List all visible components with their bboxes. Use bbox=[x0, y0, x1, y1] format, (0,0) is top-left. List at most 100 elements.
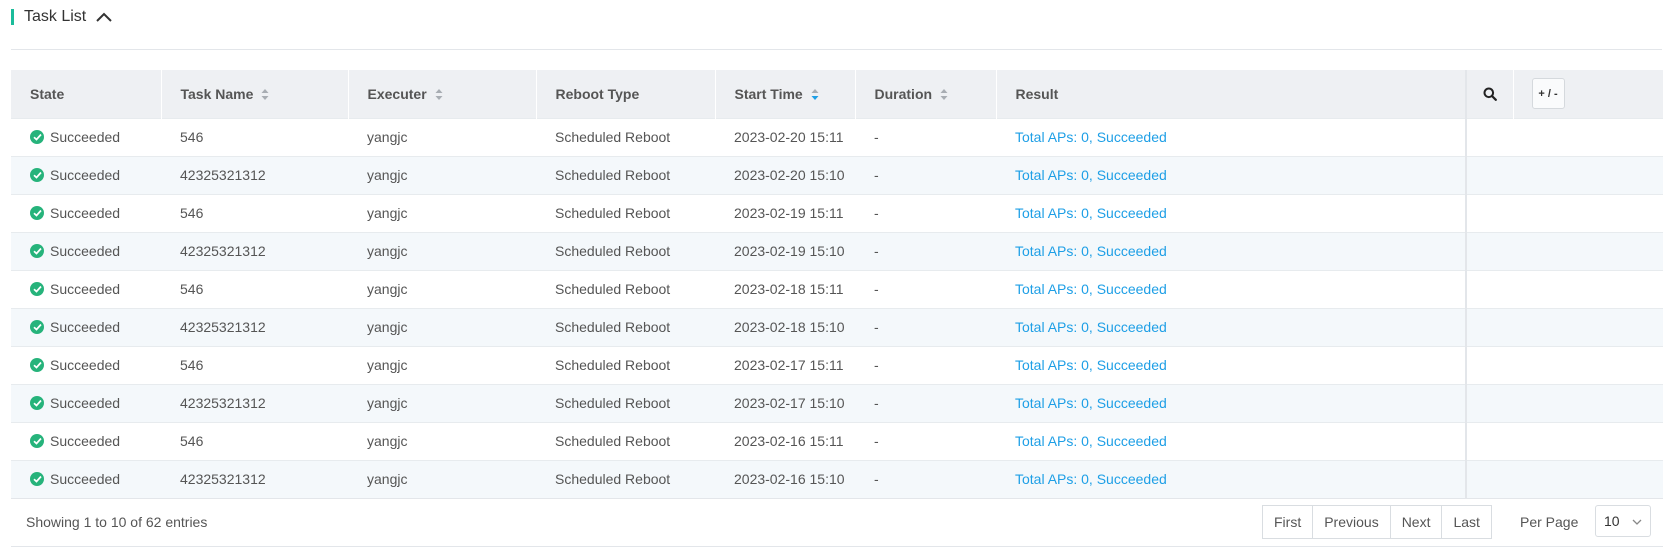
sort-desc-icon[interactable] bbox=[811, 88, 819, 101]
empty-cell bbox=[1513, 307, 1663, 346]
result-link[interactable]: Total APs: 0, Succeeded bbox=[1015, 167, 1167, 183]
first-page-button[interactable]: First bbox=[1263, 506, 1314, 538]
reboot-type-cell: Scheduled Reboot bbox=[536, 459, 715, 498]
empty-cell bbox=[1513, 231, 1663, 270]
column-header-duration[interactable]: Duration bbox=[855, 70, 997, 118]
state-cell: Succeeded bbox=[11, 383, 161, 422]
task-name-cell: 42325321312 bbox=[161, 231, 348, 270]
per-page-value: 10 bbox=[1604, 513, 1620, 529]
task-name-cell: 546 bbox=[161, 193, 348, 232]
result-link[interactable]: Total APs: 0, Succeeded bbox=[1015, 281, 1167, 297]
empty-cell bbox=[1465, 421, 1513, 460]
section-divider bbox=[11, 49, 1662, 50]
result-link[interactable]: Total APs: 0, Succeeded bbox=[1015, 471, 1167, 487]
sort-icon[interactable] bbox=[261, 88, 269, 101]
column-header-start-time[interactable]: Start Time bbox=[715, 70, 856, 118]
empty-cell bbox=[1513, 193, 1663, 232]
start-time-cell: 2023-02-20 15:10 bbox=[715, 155, 855, 194]
reboot-type-cell: Scheduled Reboot bbox=[536, 231, 715, 270]
section-title: Task List bbox=[24, 8, 87, 25]
state-badge: Succeeded bbox=[30, 433, 161, 449]
empty-cell bbox=[1513, 459, 1663, 498]
duration-cell: - bbox=[855, 383, 996, 422]
result-cell: Total APs: 0, Succeeded bbox=[996, 345, 1466, 384]
state-cell: Succeeded bbox=[11, 231, 161, 270]
empty-cell bbox=[1513, 269, 1663, 308]
check-circle-icon bbox=[30, 434, 44, 448]
state-cell: Succeeded bbox=[11, 421, 161, 460]
search-column-header bbox=[1465, 70, 1514, 118]
previous-page-button[interactable]: Previous bbox=[1313, 506, 1391, 538]
column-header-task-name[interactable]: Task Name bbox=[161, 70, 349, 118]
state-badge: Succeeded bbox=[30, 357, 161, 373]
start-time-cell: 2023-02-19 15:11 bbox=[715, 193, 855, 232]
empty-cell bbox=[1513, 421, 1663, 460]
duration-cell: - bbox=[855, 117, 996, 156]
state-cell: Succeeded bbox=[11, 117, 161, 156]
executer-cell: yangjc bbox=[348, 307, 536, 346]
state-badge: Succeeded bbox=[30, 243, 161, 259]
state-text: Succeeded bbox=[50, 357, 121, 373]
reboot-type-cell: Scheduled Reboot bbox=[536, 269, 715, 308]
column-label: Result bbox=[1015, 85, 1059, 102]
result-link[interactable]: Total APs: 0, Succeeded bbox=[1015, 243, 1167, 259]
chevron-down-icon bbox=[1632, 519, 1642, 525]
search-button[interactable] bbox=[1467, 87, 1513, 101]
result-cell: Total APs: 0, Succeeded bbox=[996, 383, 1466, 422]
per-page-select[interactable]: 10 bbox=[1595, 505, 1651, 537]
chevron-up-icon[interactable] bbox=[94, 10, 114, 24]
executer-cell: yangjc bbox=[348, 345, 536, 384]
start-time-cell: 2023-02-17 15:11 bbox=[715, 345, 855, 384]
table-row: Succeeded 42325321312 yangjc Scheduled Rebo… bbox=[11, 155, 1663, 194]
result-cell: Total APs: 0, Succeeded bbox=[996, 231, 1466, 270]
state-text: Succeeded bbox=[50, 167, 121, 183]
reboot-type-cell: Scheduled Reboot bbox=[536, 155, 715, 194]
executer-cell: yangjc bbox=[348, 231, 536, 270]
check-circle-icon bbox=[30, 206, 44, 220]
column-label: Duration bbox=[874, 85, 933, 102]
empty-cell bbox=[1465, 345, 1513, 384]
empty-cell bbox=[1465, 155, 1513, 194]
check-circle-icon bbox=[30, 244, 44, 258]
executer-cell: yangjc bbox=[348, 155, 536, 194]
executer-cell: yangjc bbox=[348, 383, 536, 422]
result-link[interactable]: Total APs: 0, Succeeded bbox=[1015, 319, 1167, 335]
table-row: Succeeded 42325321312 yangjc Scheduled Rebo… bbox=[11, 231, 1663, 270]
state-text: Succeeded bbox=[50, 319, 121, 335]
empty-cell bbox=[1465, 459, 1513, 498]
sort-icon[interactable] bbox=[435, 88, 443, 101]
task-name-cell: 42325321312 bbox=[161, 459, 348, 498]
executer-cell: yangjc bbox=[348, 459, 536, 498]
table-row: Succeeded 546 yangjc Scheduled Reboot 2023-0… bbox=[11, 117, 1663, 156]
check-circle-icon bbox=[30, 396, 44, 410]
check-circle-icon bbox=[30, 320, 44, 334]
table-row: Succeeded 546 yangjc Scheduled Reboot 2023-0… bbox=[11, 193, 1663, 232]
result-link[interactable]: Total APs: 0, Succeeded bbox=[1015, 357, 1167, 373]
result-link[interactable]: Total APs: 0, Succeeded bbox=[1015, 205, 1167, 221]
next-page-button[interactable]: Next bbox=[1391, 506, 1443, 538]
sort-icon[interactable] bbox=[940, 88, 948, 101]
start-time-cell: 2023-02-18 15:10 bbox=[715, 307, 855, 346]
state-cell: Succeeded bbox=[11, 269, 161, 308]
column-toggle-header: + / - bbox=[1513, 70, 1663, 118]
state-text: Succeeded bbox=[50, 129, 121, 145]
result-cell: Total APs: 0, Succeeded bbox=[996, 421, 1466, 460]
column-header-result: Result bbox=[996, 70, 1467, 118]
task-name-cell: 546 bbox=[161, 421, 348, 460]
result-link[interactable]: Total APs: 0, Succeeded bbox=[1015, 395, 1167, 411]
result-link[interactable]: Total APs: 0, Succeeded bbox=[1015, 433, 1167, 449]
result-link[interactable]: Total APs: 0, Succeeded bbox=[1015, 129, 1167, 145]
reboot-type-cell: Scheduled Reboot bbox=[536, 117, 715, 156]
table-row: Succeeded 42325321312 yangjc Scheduled Rebo… bbox=[11, 383, 1663, 422]
check-circle-icon bbox=[30, 358, 44, 372]
column-toggle-button[interactable]: + / - bbox=[1531, 78, 1565, 110]
check-circle-icon bbox=[30, 130, 44, 144]
start-time-cell: 2023-02-17 15:10 bbox=[715, 383, 855, 422]
entries-info: Showing 1 to 10 of 62 entries bbox=[26, 514, 208, 530]
column-header-executer[interactable]: Executer bbox=[348, 70, 537, 118]
start-time-cell: 2023-02-20 15:11 bbox=[715, 117, 855, 156]
result-cell: Total APs: 0, Succeeded bbox=[996, 193, 1466, 232]
empty-cell bbox=[1465, 307, 1513, 346]
last-page-button[interactable]: Last bbox=[1442, 506, 1490, 538]
state-text: Succeeded bbox=[50, 205, 121, 221]
